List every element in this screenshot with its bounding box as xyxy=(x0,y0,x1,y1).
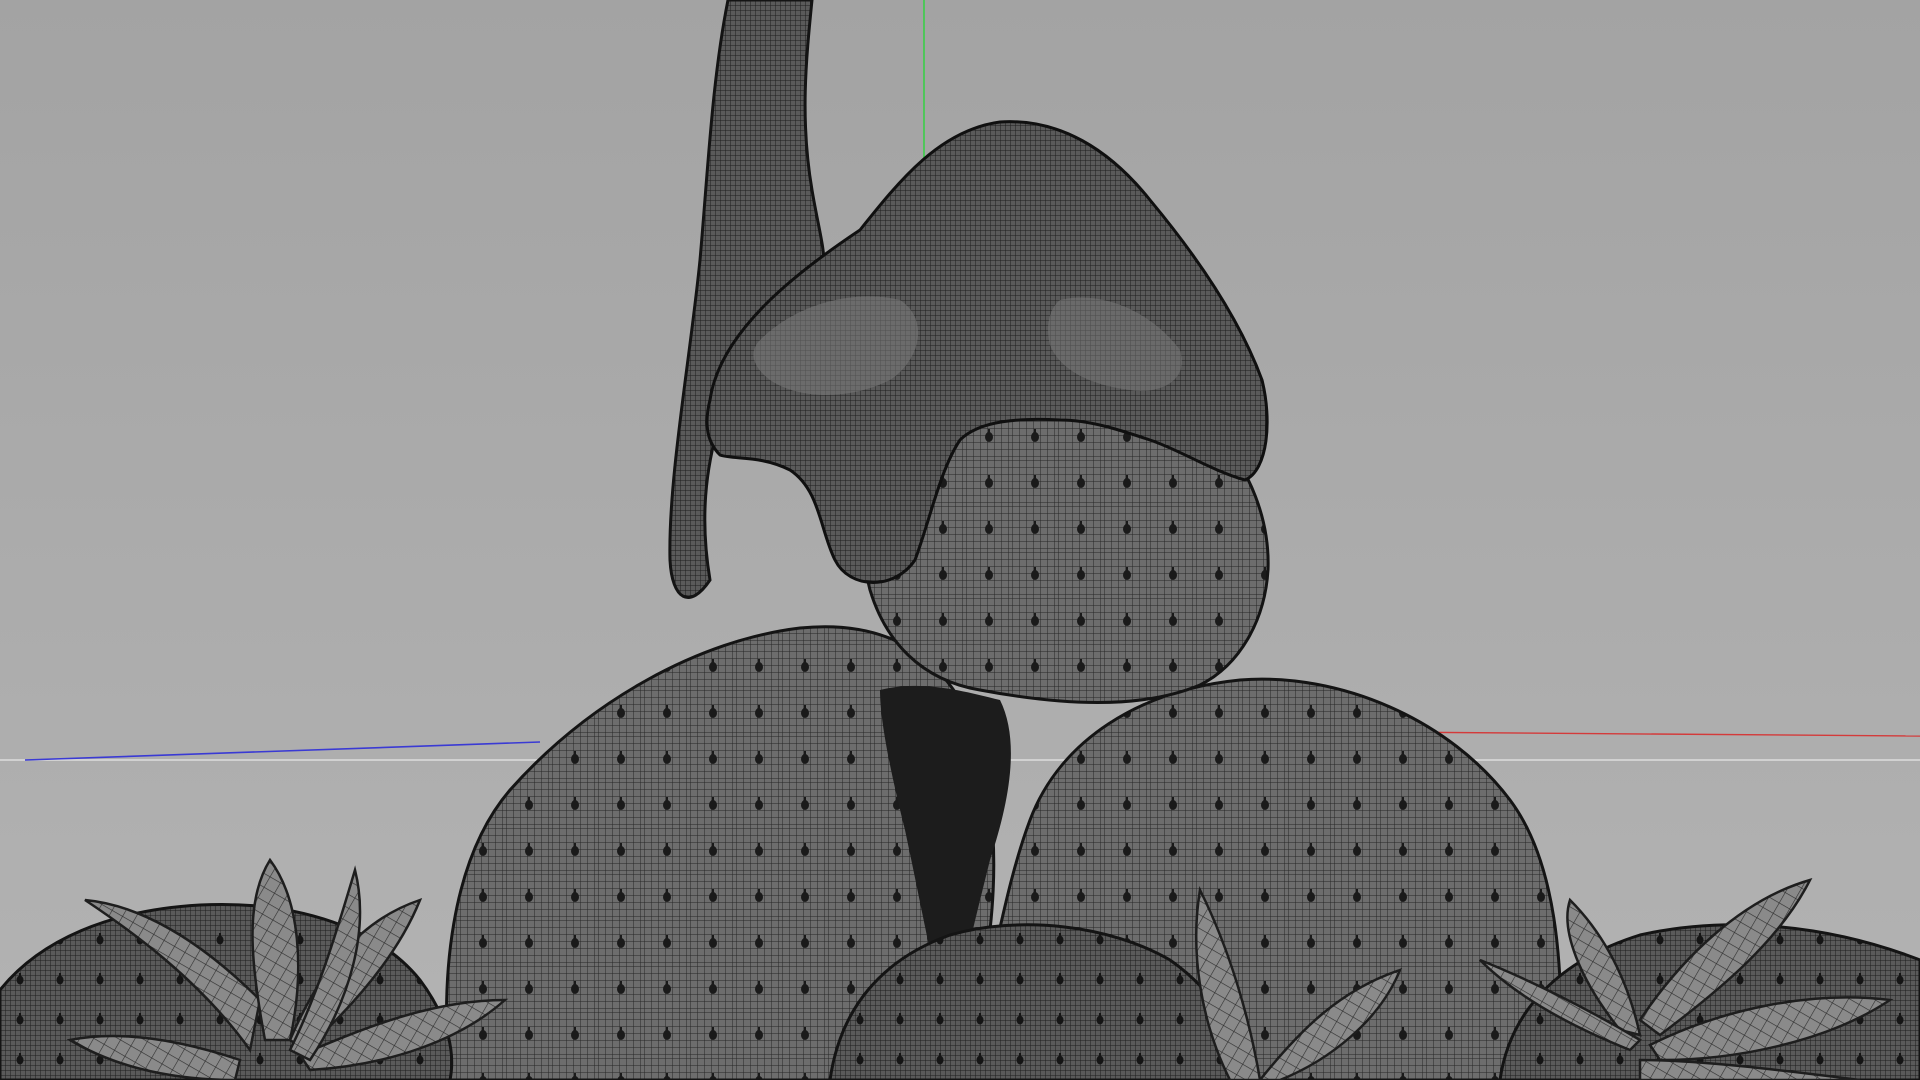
z-axis-line xyxy=(24,741,541,761)
x-axis-line xyxy=(1379,731,1920,737)
viewport-canvas[interactable] xyxy=(0,0,1920,1080)
3d-viewport[interactable] xyxy=(0,0,1920,1080)
